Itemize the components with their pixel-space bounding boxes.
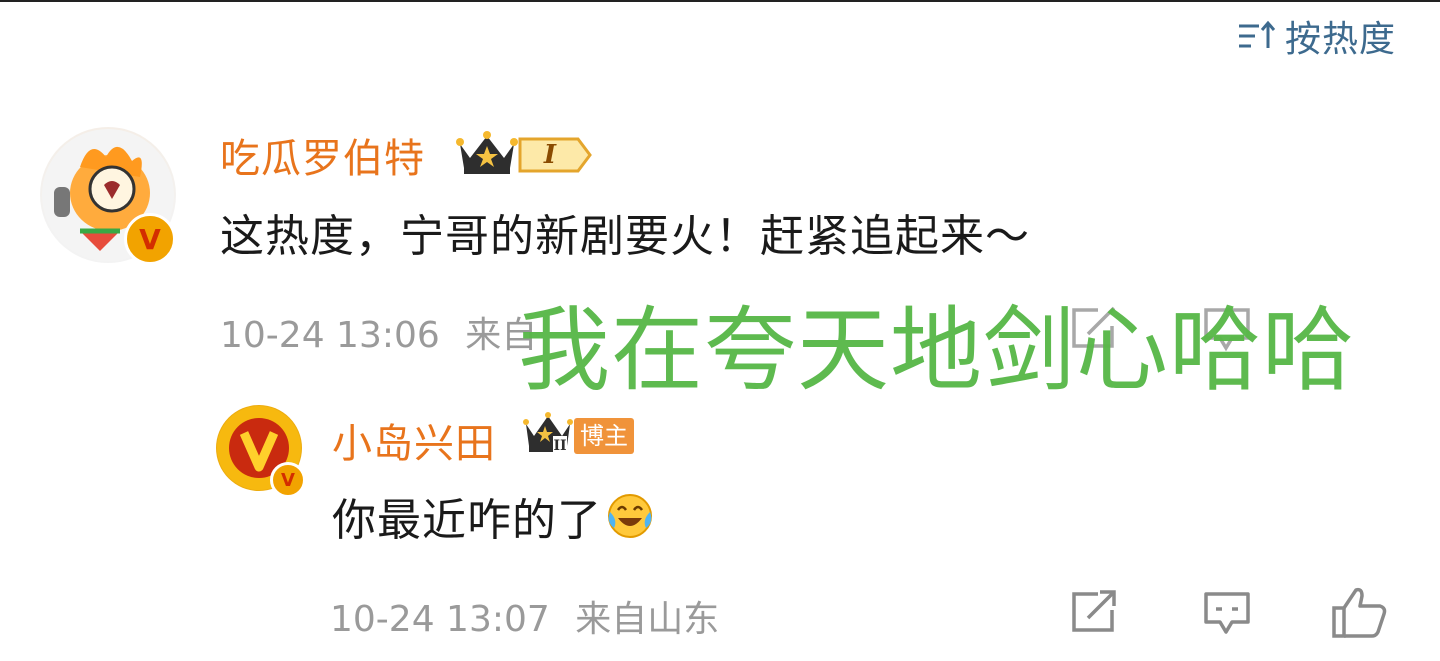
reply-author[interactable]: 小岛兴田 <box>332 411 496 469</box>
reply-meta: 10-24 13:07 来自山东 <box>330 590 719 642</box>
sort-icon <box>1238 20 1276 48</box>
like-icon[interactable] <box>1330 584 1390 640</box>
verified-badge-icon: V <box>124 213 176 265</box>
laugh-cry-emoji-icon <box>608 494 652 538</box>
comment-author[interactable]: 吃瓜罗伯特 <box>220 126 425 184</box>
reply-text-content: 你最近咋的了 <box>332 495 602 546</box>
crown-icon: II <box>523 412 573 454</box>
sort-label: 按热度 <box>1284 19 1396 60</box>
blogger-badge: 博主 <box>574 418 634 454</box>
level-numeral: II <box>553 438 566 454</box>
sort-by-heat-button[interactable]: 按热度 <box>1237 10 1396 62</box>
comment-time: 10-24 13:06 <box>220 315 440 356</box>
reply-time: 10-24 13:07 <box>330 599 550 640</box>
verified-badge-icon: V <box>270 462 306 498</box>
comment-meta: 10-24 13:06 来自 <box>220 306 537 358</box>
reply-text: 你最近咋的了 <box>332 484 654 548</box>
comment-icon[interactable] <box>1200 588 1254 638</box>
comment-screen: 按热度 V 吃瓜罗伯特 I 这热度，宁哥的新剧要火！赶紧追起来～ 10-24 1… <box>0 0 1440 661</box>
top-divider <box>0 0 1440 2</box>
comment-text: 这热度，宁哥的新剧要火！赶紧追起来～ <box>220 211 1030 262</box>
crown-icon <box>456 131 518 174</box>
level-badge-label: I <box>543 140 557 170</box>
reply-location: 来自山东 <box>575 599 720 640</box>
share-icon[interactable] <box>1068 588 1120 636</box>
overlay-caption: 我在夸天地剑心哈哈 <box>518 297 1356 404</box>
